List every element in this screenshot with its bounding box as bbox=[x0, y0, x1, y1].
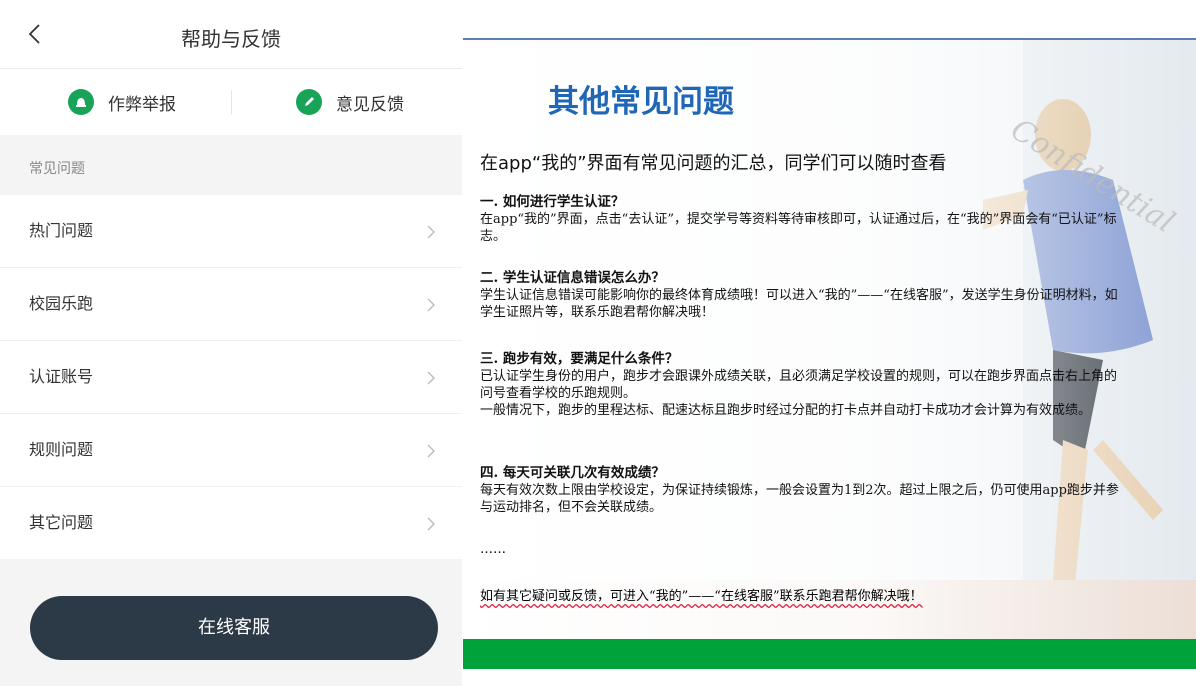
faq-question: 一. 如何进行学生认证？ bbox=[480, 194, 625, 210]
chevron-right-icon bbox=[427, 371, 435, 385]
menu-item-label: 其它问题 bbox=[29, 513, 94, 532]
runner-background-image bbox=[463, 40, 1196, 640]
action-divider bbox=[231, 90, 232, 114]
faq-answer-note: 一般情况下，跑步的里程达标、配速达标且跑步时经过分配的打卡点并自动打卡成功才会计… bbox=[480, 403, 1092, 418]
page-title: 帮助与反馈 bbox=[181, 27, 281, 51]
menu-item-campus-run[interactable]: 校园乐跑 bbox=[0, 268, 462, 341]
faq-question: 四. 每天可关联几次有效成绩？ bbox=[480, 465, 665, 481]
report-cheating-button[interactable]: 作弊举报 bbox=[68, 69, 176, 135]
faq-entry: 三. 跑步有效，要满足什么条件？ 已认证学生身份的用户，跑步才会跟课外成绩关联，… bbox=[480, 351, 1120, 419]
chevron-right-icon bbox=[427, 225, 435, 239]
menu-item-account-verification[interactable]: 认证账号 bbox=[0, 341, 462, 414]
menu-item-hot-questions[interactable]: 热门问题 bbox=[0, 195, 462, 268]
alert-bell-icon bbox=[68, 89, 94, 115]
slide-heading: 其他常见问题 bbox=[548, 84, 734, 120]
footer-green-bar bbox=[463, 639, 1196, 669]
faq-menu: 热门问题 校园乐跑 认证账号 规则问题 其它问题 bbox=[0, 195, 462, 559]
faq-slide: 其他常见问题 Confidential 在app“我的”界面有常见问题的汇总，同… bbox=[463, 38, 1196, 669]
faq-question: 二. 学生认证信息错误怎么办？ bbox=[480, 270, 665, 286]
faq-entry: 二. 学生认证信息错误怎么办？ 学生认证信息错误可能影响你的最终体育成绩哦！可以… bbox=[480, 270, 1120, 321]
menu-item-label: 热门问题 bbox=[29, 221, 94, 240]
faq-entry: 一. 如何进行学生认证？ 在app“我的”界面，点击“去认证”，提交学号等资料等… bbox=[480, 194, 1120, 245]
header-bar: 帮助与反馈 bbox=[0, 0, 462, 69]
contact-note: 如有其它疑问或反馈，可进入“我的”——“在线客服”联系乐跑君帮你解决哦！ bbox=[480, 589, 923, 604]
chevron-right-icon bbox=[427, 298, 435, 312]
pencil-icon bbox=[296, 89, 322, 115]
action-row: 作弊举报 意见反馈 bbox=[0, 69, 462, 135]
report-cheating-label: 作弊举报 bbox=[108, 94, 176, 115]
faq-entry: 四. 每天可关联几次有效成绩？ 每天有效次数上限由学校设定，为保证持续锻炼，一般… bbox=[480, 465, 1120, 516]
menu-item-label: 校园乐跑 bbox=[29, 294, 94, 313]
faq-answer: 每天有效次数上限由学校设定，为保证持续锻炼，一般会设置为1到2次。超过上限之后，… bbox=[480, 483, 1119, 515]
online-service-button[interactable]: 在线客服 bbox=[30, 596, 438, 660]
help-feedback-panel: 帮助与反馈 作弊举报 意见反馈 常见问题 热门问题 校园乐跑 认证账号 规则问题… bbox=[0, 0, 462, 686]
faq-question: 三. 跑步有效，要满足什么条件？ bbox=[480, 351, 679, 367]
slide-intro: 在app“我的”界面有常见问题的汇总，同学们可以随时查看 bbox=[480, 153, 947, 174]
menu-item-label: 规则问题 bbox=[29, 440, 94, 459]
faq-answer: 在app“我的”界面，点击“去认证”，提交学号等资料等待审核即可，认证通过后，在… bbox=[480, 212, 1117, 244]
faq-answer: 已认证学生身份的用户，跑步才会跟课外成绩关联，且必须满足学校设置的规则，可以在跑… bbox=[480, 369, 1118, 401]
feedback-label: 意见反馈 bbox=[336, 94, 404, 115]
chevron-right-icon bbox=[427, 517, 435, 531]
menu-item-rules[interactable]: 规则问题 bbox=[0, 414, 462, 487]
faq-section-label: 常见问题 bbox=[29, 161, 85, 177]
feedback-button[interactable]: 意见反馈 bbox=[296, 69, 404, 135]
ellipsis-text: …… bbox=[480, 542, 506, 557]
chevron-right-icon bbox=[427, 444, 435, 458]
faq-answer: 学生认证信息错误可能影响你的最终体育成绩哦！可以进入“我的”——“在线客服”，发… bbox=[480, 288, 1118, 320]
menu-item-other[interactable]: 其它问题 bbox=[0, 487, 462, 559]
menu-item-label: 认证账号 bbox=[29, 367, 94, 386]
